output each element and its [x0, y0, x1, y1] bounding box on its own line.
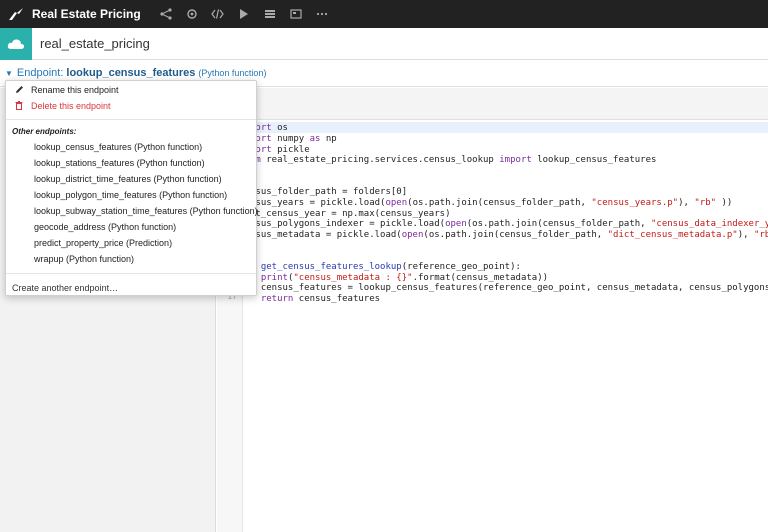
endpoint-option[interactable]: lookup_census_features (Python function) [34, 140, 202, 154]
caret-down-icon[interactable]: ▼ [5, 69, 13, 78]
create-endpoint-item[interactable]: Create another endpoint… [12, 283, 118, 293]
endpoint-label[interactable]: Endpoint: [17, 67, 63, 79]
code-line: return census_features [250, 294, 381, 304]
cloud-icon [0, 27, 32, 60]
delete-endpoint-label[interactable]: Delete this endpoint [31, 101, 111, 111]
code-editor[interactable]: port os port numpy as np port pickle om … [244, 120, 768, 532]
service-header: real_estate_pricing [0, 27, 768, 60]
active-line-highlight [244, 122, 768, 133]
endpoint-option[interactable]: lookup_polygon_time_features (Python fun… [34, 188, 227, 202]
menu-divider [6, 273, 256, 274]
code-line: nsus_years = pickle.load(open(os.path.jo… [250, 198, 733, 208]
code-line: census_features = lookup_census_features… [250, 283, 768, 293]
code-line: port numpy as np [250, 134, 337, 144]
endpoint-option[interactable]: lookup_subway_station_time_features (Pyt… [34, 204, 258, 218]
code-line: f get_census_features_lookup(reference_g… [250, 262, 521, 272]
code-icon[interactable] [205, 0, 231, 28]
code-line: nsus_folder_path = folders[0] [250, 187, 408, 197]
endpoint-option[interactable]: lookup_district_time_features (Python fu… [34, 172, 222, 186]
code-line: nsus_polygons_indexer = pickle.load(open… [250, 219, 768, 229]
bird-logo-icon[interactable] [3, 0, 29, 28]
stack-icon[interactable] [257, 0, 283, 28]
settings-cycle-icon[interactable] [179, 0, 205, 28]
endpoint-type[interactable]: (Python function) [198, 68, 266, 78]
more-icon[interactable] [309, 0, 335, 28]
code-line: nsus_metadata = pickle.load(open(os.path… [250, 230, 768, 240]
endpoint-option[interactable]: predict_property_price (Prediction) [34, 236, 172, 250]
play-icon[interactable] [231, 0, 257, 28]
endpoint-option[interactable]: lookup_stations_features (Python functio… [34, 156, 205, 170]
service-name: real_estate_pricing [40, 36, 150, 51]
endpoint-dropdown-menu: Rename this endpoint Delete this endpoin… [5, 80, 258, 296]
endpoint-name[interactable]: lookup_census_features [66, 67, 195, 79]
other-endpoints-header: Other endpoints: [12, 127, 77, 136]
code-line: om real_estate_pricing.services.census_l… [250, 155, 657, 165]
endpoint-option[interactable]: geocode_address (Python function) [34, 220, 176, 234]
trash-icon [14, 100, 24, 112]
project-title[interactable]: Real Estate Pricing [32, 7, 141, 21]
editor-toolbar [217, 88, 768, 120]
dashboard-icon[interactable] [283, 0, 309, 28]
rename-endpoint-label[interactable]: Rename this endpoint [31, 85, 119, 95]
pencil-icon [14, 85, 24, 96]
rename-endpoint-item[interactable]: Rename this endpoint [6, 82, 256, 98]
delete-endpoint-item[interactable]: Delete this endpoint [6, 98, 256, 114]
menu-divider [6, 119, 256, 120]
flow-icon[interactable] [153, 0, 179, 28]
endpoint-option[interactable]: wrapup (Python function) [34, 252, 134, 266]
top-navbar: Real Estate Pricing [0, 0, 768, 28]
